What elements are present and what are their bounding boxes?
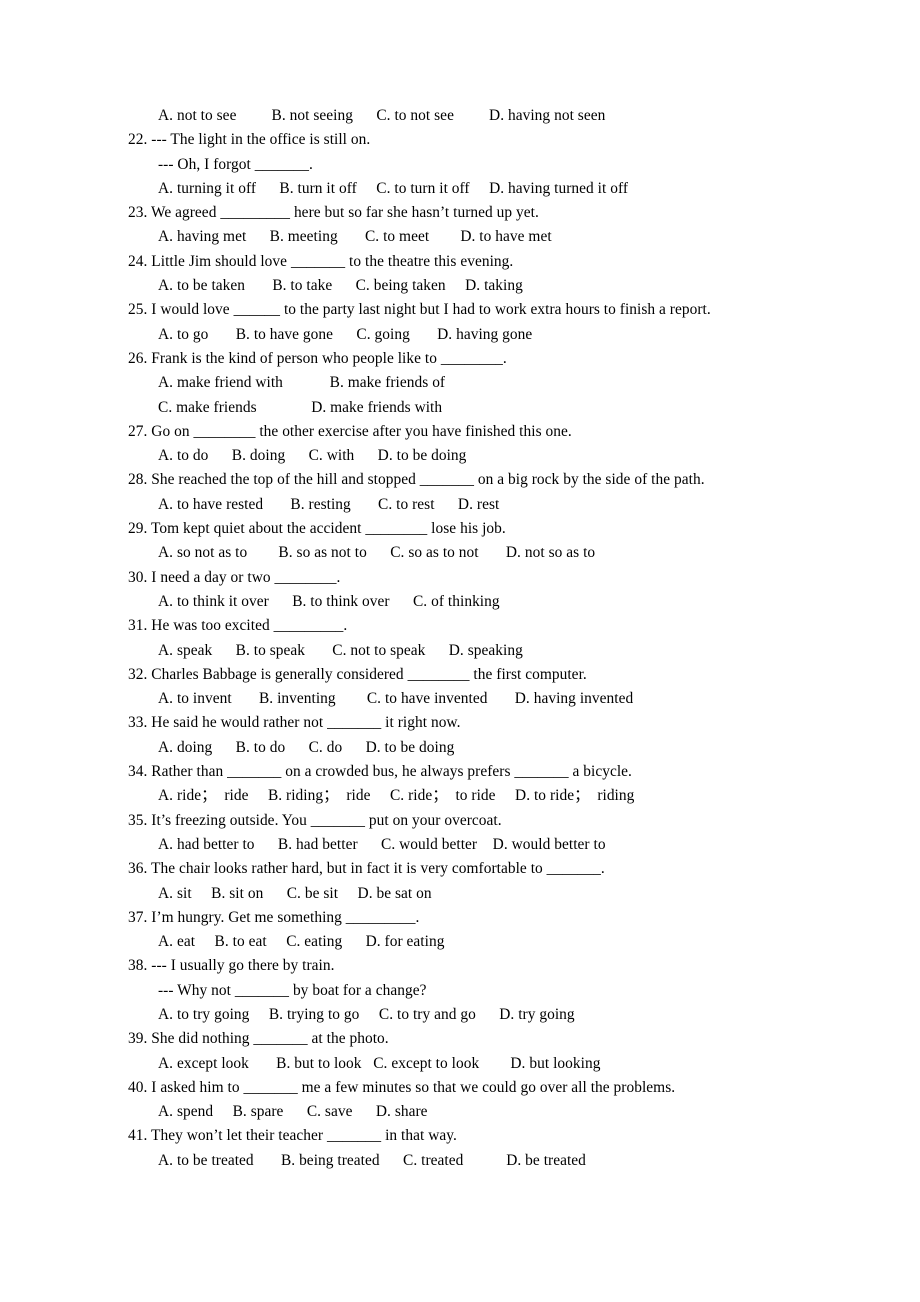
question-stem: 27. Go on ________ the other exercise af… <box>128 422 572 440</box>
question-stem: 38. --- I usually go there by train. <box>128 957 335 975</box>
question-stem: 39. She did nothing _______ at the photo… <box>128 1030 389 1048</box>
option-row: A. ride； ride B. riding； ride C. ride； t… <box>158 787 635 805</box>
option-row: A. sit B. sit on C. be sit D. be sat on <box>158 884 432 902</box>
option-row: A. to be treated B. being treated C. tre… <box>158 1151 586 1169</box>
exercise-text-body: A. not to see B. not seeing C. to not se… <box>128 104 860 1173</box>
option-row: A. to be taken B. to take C. being taken… <box>158 277 523 295</box>
option-row: A. make friend with B. make friends of <box>158 374 446 392</box>
option-row: A. to go B. to have gone C. going D. hav… <box>158 325 533 343</box>
question-stem: 37. I’m hungry. Get me something _______… <box>128 908 420 926</box>
question-stem: 31. He was too excited _________. <box>128 617 348 635</box>
question-stem: 30. I need a day or two ________. <box>128 568 341 586</box>
document-page: A. not to see B. not seeing C. to not se… <box>0 0 920 1302</box>
question-stem: 26. Frank is the kind of person who peop… <box>128 349 507 367</box>
option-row: A. so not as to B. so as not to C. so as… <box>158 544 596 562</box>
question-stem: 40. I asked him to _______ me a few minu… <box>128 1078 676 1096</box>
option-row: A. to think it over B. to think over C. … <box>158 592 500 610</box>
question-stem: 25. I would love ______ to the party las… <box>128 301 711 319</box>
option-row: A. turning it off B. turn it off C. to t… <box>158 179 629 197</box>
option-row: A. to have rested B. resting C. to rest … <box>158 495 500 513</box>
question-stem: 22. --- The light in the office is still… <box>128 131 371 149</box>
option-row: A. to do B. doing C. with D. to be doing <box>158 447 467 465</box>
option-row: A. to invent B. inventing C. to have inv… <box>158 690 634 708</box>
question-stem: 32. Charles Babbage is generally conside… <box>128 665 587 683</box>
question-stem: 29. Tom kept quiet about the accident __… <box>128 520 506 538</box>
option-row: C. make friends D. make friends with <box>158 398 443 416</box>
question-stem: 41. They won’t let their teacher _______… <box>128 1127 457 1145</box>
option-row: A. not to see B. not seeing C. to not se… <box>158 107 606 124</box>
dialogue-line: --- Oh, I forgot _______. <box>158 155 313 173</box>
option-row: A. spend B. spare C. save D. share <box>158 1103 428 1121</box>
question-stem: 36. The chair looks rather hard, but in … <box>128 860 605 878</box>
question-stem: 33. He said he would rather not _______ … <box>128 714 461 732</box>
dialogue-line: --- Why not _______ by boat for a change… <box>158 981 427 999</box>
option-row: A. to try going B. trying to go C. to tr… <box>158 1005 575 1023</box>
option-row: A. speak B. to speak C. not to speak D. … <box>158 641 523 659</box>
question-stem: 35. It’s freezing outside. You _______ p… <box>128 811 502 829</box>
question-stem: 34. Rather than _______ on a crowded bus… <box>128 763 632 781</box>
option-row: A. having met B. meeting C. to meet D. t… <box>158 228 552 246</box>
question-stem: 24. Little Jim should love _______ to th… <box>128 252 514 270</box>
option-row: A. eat B. to eat C. eating D. for eating <box>158 933 445 951</box>
question-stem: 28. She reached the top of the hill and … <box>128 471 705 489</box>
option-row: A. had better to B. had better C. would … <box>158 835 606 853</box>
option-row: A. except look B. but to look C. except … <box>158 1054 601 1072</box>
question-stem: 23. We agreed _________ here but so far … <box>128 204 539 222</box>
option-row: A. doing B. to do C. do D. to be doing <box>158 738 455 756</box>
